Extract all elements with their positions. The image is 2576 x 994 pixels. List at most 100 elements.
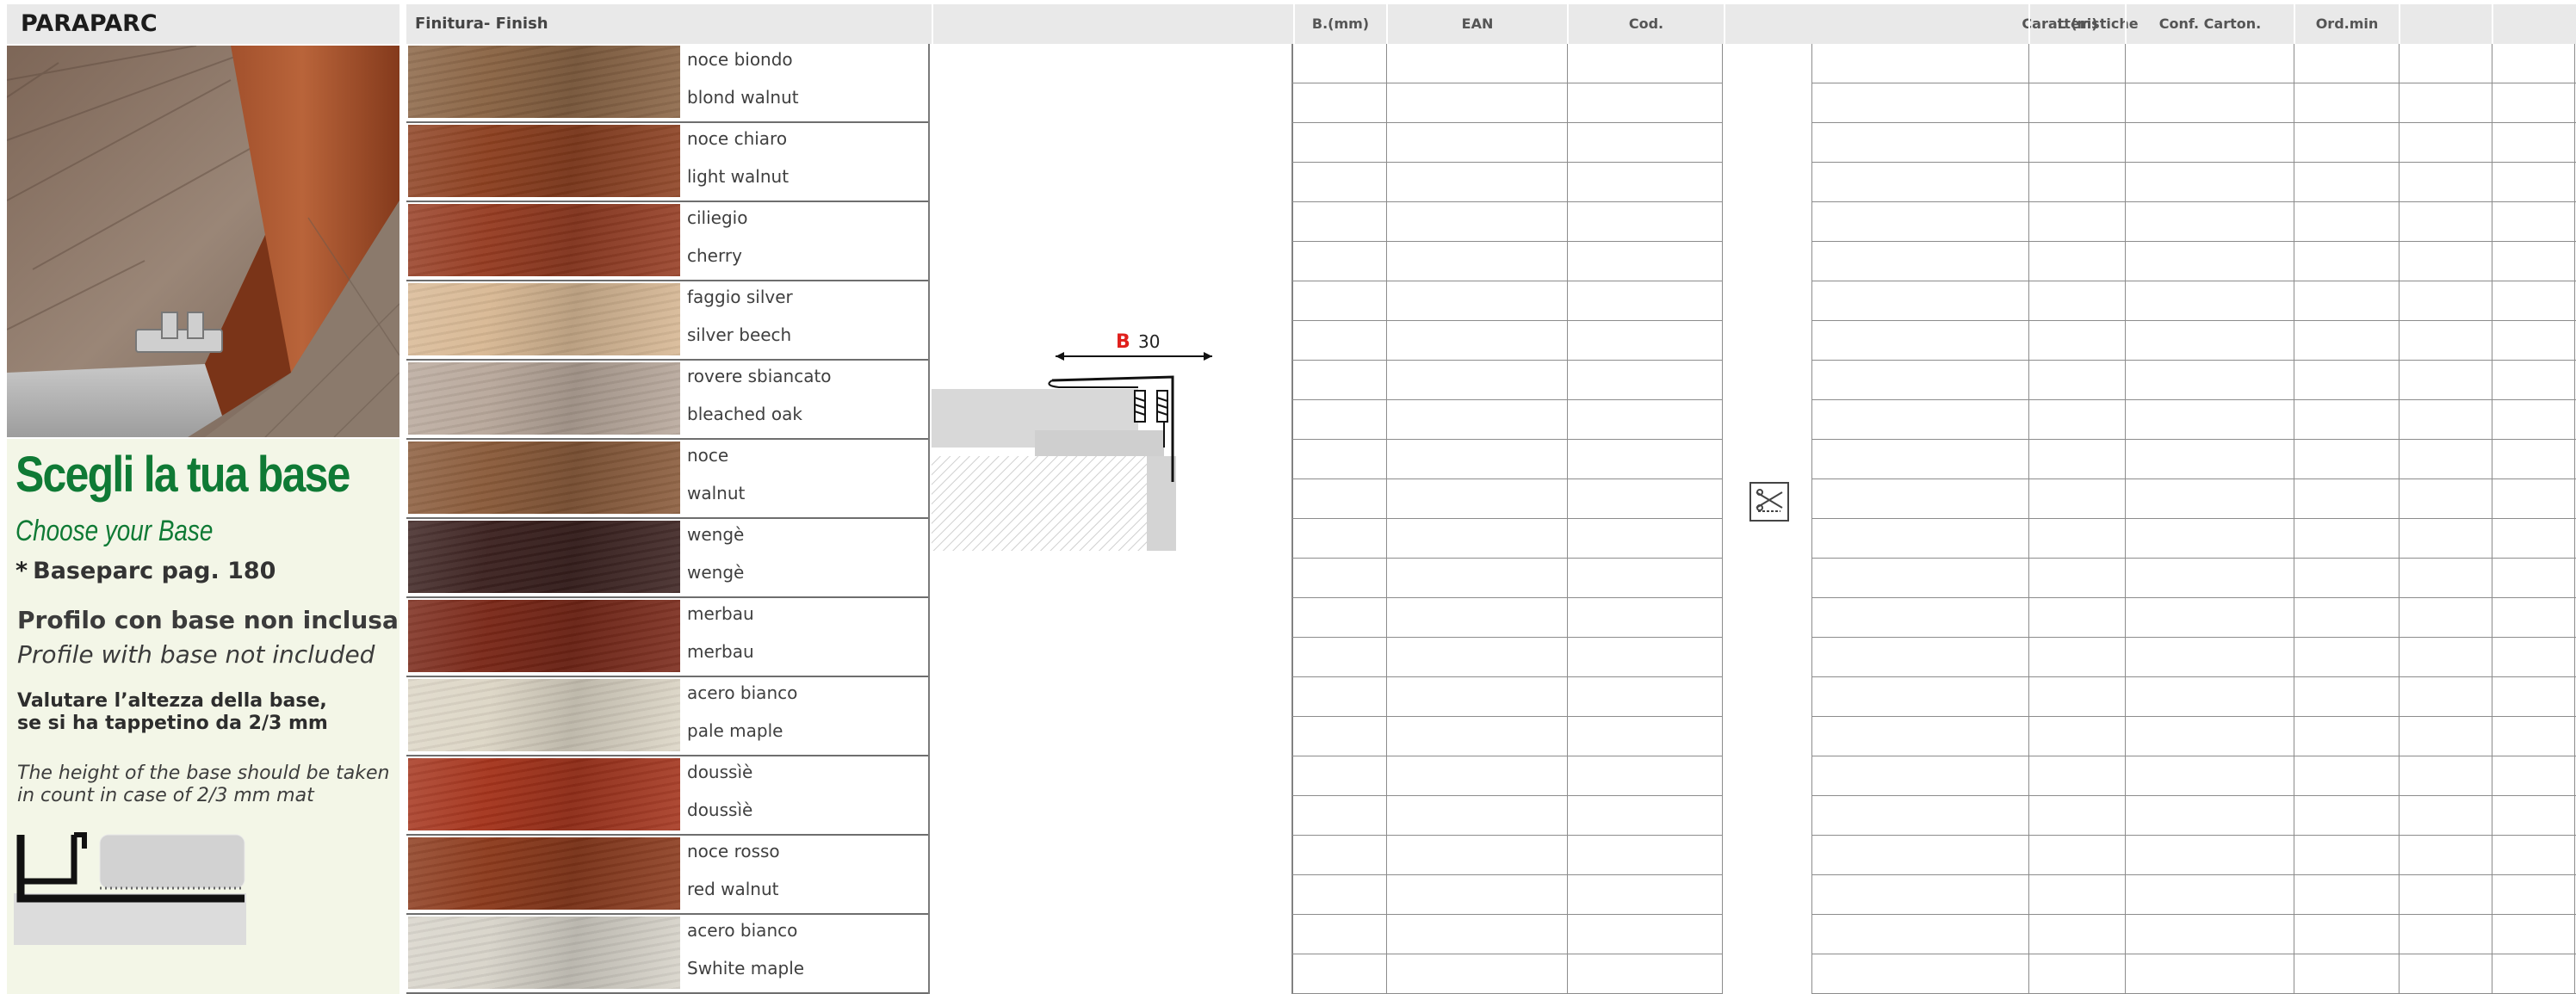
grid-cell xyxy=(1811,638,2028,677)
finish-name-en: light walnut xyxy=(687,166,790,187)
finish-swatch xyxy=(408,125,680,197)
grid-cell xyxy=(2294,875,2399,915)
finish-swatch xyxy=(408,600,680,672)
grid-cell xyxy=(2294,440,2399,479)
grid-cell xyxy=(2125,361,2294,400)
finish-name-en: cherry xyxy=(687,245,742,266)
grid-cell xyxy=(1811,361,2028,400)
grid-cell xyxy=(1811,519,2028,559)
grid-cell xyxy=(1567,756,1722,796)
grid-cell xyxy=(2399,717,2492,756)
grid-cell xyxy=(1291,83,1386,123)
grid-cell xyxy=(1386,717,1567,756)
grid-cell xyxy=(1386,598,1567,638)
grid-cell xyxy=(2125,598,2294,638)
grid-cell xyxy=(2492,638,2576,677)
grid-cell xyxy=(1386,479,1567,519)
baseparc-note: * Baseparc pag. 180 xyxy=(15,558,276,584)
finish-name-en: Swhite maple xyxy=(687,958,805,979)
grid-cell xyxy=(1386,440,1567,479)
product-photo xyxy=(7,46,399,437)
grid-cell xyxy=(1291,756,1386,796)
grid-cell xyxy=(2492,242,2576,281)
grid-column-line xyxy=(2125,44,2126,994)
drawing-column-divider xyxy=(1291,44,1293,994)
grid-cell xyxy=(1811,756,2028,796)
finish-swatch xyxy=(408,362,680,435)
grid-cell xyxy=(2399,479,2492,519)
grid-cell xyxy=(1386,915,1567,954)
base-height-note-it-line1: Valutare l’altezza della base, xyxy=(17,690,327,712)
grid-column-line xyxy=(1722,44,1723,994)
grid-cell xyxy=(2399,44,2492,83)
grid-cell xyxy=(1386,44,1567,83)
base-height-note-en-line2: in count in case of 2/3 mm mat xyxy=(17,785,314,806)
grid-cell xyxy=(1567,242,1722,281)
grid-cell xyxy=(1811,915,2028,954)
grid-cell xyxy=(2028,677,2125,717)
grid-cell xyxy=(2294,321,2399,361)
grid-cell xyxy=(2399,954,2492,994)
grid-cell xyxy=(2028,361,2125,400)
grid-cell xyxy=(2492,756,2576,796)
grid-cell xyxy=(2399,677,2492,717)
grid-cell xyxy=(2492,44,2576,83)
finish-column-divider xyxy=(928,44,930,994)
mat-diagram xyxy=(14,832,246,945)
grid-cell xyxy=(1567,400,1722,440)
cut-to-size-icon xyxy=(1749,482,1789,522)
grid-cell xyxy=(2294,559,2399,598)
grid-cell xyxy=(1386,281,1567,321)
grid-cell xyxy=(1811,281,2028,321)
grid-cell xyxy=(1567,717,1722,756)
grid-cell xyxy=(2399,559,2492,598)
finish-name-it: noce chiaro xyxy=(687,128,788,149)
finish-row: noce walnut xyxy=(406,440,930,519)
finish-name-en: doussìè xyxy=(687,800,753,820)
grid-cell xyxy=(2028,836,2125,875)
grid-cell xyxy=(2125,163,2294,202)
grid-cell xyxy=(2028,83,2125,123)
finish-row: wengè wengè xyxy=(406,519,930,598)
grid-cell xyxy=(1386,202,1567,242)
grid-cell xyxy=(2028,915,2125,954)
profile-section-drawing: B 30 xyxy=(932,331,1212,551)
grid-cell xyxy=(2294,202,2399,242)
header-ean: EAN xyxy=(1386,4,1567,44)
finish-name-en: blond walnut xyxy=(687,87,799,108)
header-finish: Finitura- Finish xyxy=(415,15,548,33)
grid-cell xyxy=(1291,875,1386,915)
asterisk: * xyxy=(15,558,28,584)
grid-cell xyxy=(2492,598,2576,638)
grid-cell xyxy=(2399,796,2492,836)
grid-cell xyxy=(1567,281,1722,321)
grid-cell xyxy=(2399,163,2492,202)
grid-cell xyxy=(1291,440,1386,479)
header-cod: Cod. xyxy=(1567,4,1724,44)
grid-cell xyxy=(2125,83,2294,123)
grid-cell xyxy=(1386,519,1567,559)
grid-cell xyxy=(1811,202,2028,242)
grid-cell xyxy=(2492,796,2576,836)
finish-name-it: acero bianco xyxy=(687,920,798,941)
grid-cell xyxy=(1811,163,2028,202)
product-name: PARAPARC xyxy=(7,4,399,44)
grid-cell xyxy=(1567,954,1722,994)
grid-cell xyxy=(2399,638,2492,677)
grid-cell xyxy=(2125,836,2294,875)
finish-name-it: wengè xyxy=(687,524,745,545)
grid-cell xyxy=(1811,321,2028,361)
header-carton: Conf. Carton. xyxy=(2125,4,2294,44)
grid-cell xyxy=(2028,717,2125,756)
grid-cell xyxy=(2492,875,2576,915)
grid-cell xyxy=(1567,440,1722,479)
grid-cell xyxy=(2125,479,2294,519)
grid-cell xyxy=(1386,677,1567,717)
finish-swatch xyxy=(408,917,680,989)
grid-cell xyxy=(1291,559,1386,598)
finish-name-it: rovere sbiancato xyxy=(687,366,832,386)
grid-cell xyxy=(1811,836,2028,875)
grid-cell xyxy=(1386,242,1567,281)
grid-cell xyxy=(2125,202,2294,242)
grid-cell xyxy=(2492,361,2576,400)
